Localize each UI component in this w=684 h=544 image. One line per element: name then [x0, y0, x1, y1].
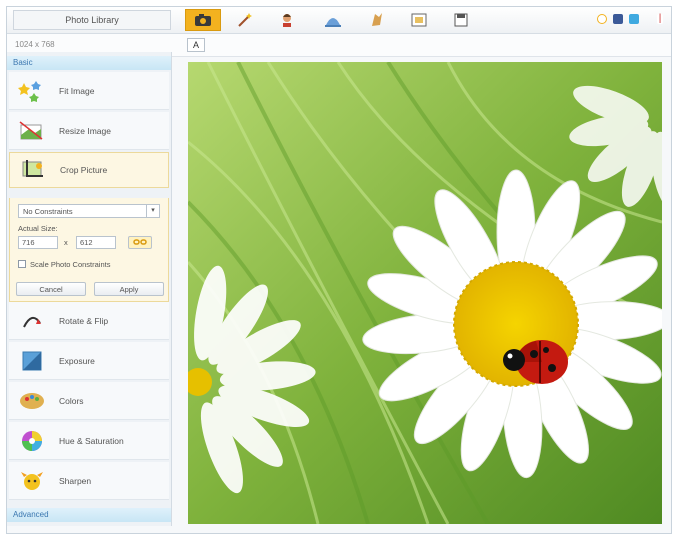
portrait-icon	[283, 14, 291, 27]
camera-tool-button[interactable]	[185, 9, 221, 31]
photo-library-label: Photo Library	[65, 15, 119, 25]
magic-wand-button[interactable]	[227, 9, 263, 31]
crop-constraint-value: No Constraints	[23, 207, 73, 216]
frame-button[interactable]	[359, 9, 395, 31]
cancel-button[interactable]: Cancel	[16, 282, 86, 296]
sidebar-item-resize-image[interactable]: Resize Image	[9, 112, 169, 150]
crop-constraint-select[interactable]: No Constraints ▾	[18, 204, 160, 218]
sidebar-item-exposure[interactable]: Exposure	[9, 342, 169, 380]
text-cursor-button[interactable]: A	[187, 38, 205, 52]
times-symbol: x	[64, 238, 68, 247]
rotate-flip-icon	[17, 307, 47, 335]
refresh-icon[interactable]	[597, 14, 607, 24]
rotate-flip-label: Rotate & Flip	[59, 315, 109, 326]
palette-icon	[17, 387, 47, 415]
sidebar-item-sharpen[interactable]: Sharpen	[9, 462, 169, 500]
link-icon	[133, 239, 147, 245]
sidebar-item-crop-picture[interactable]: Crop Picture	[9, 152, 169, 188]
photo-library-tab[interactable]: Photo Library	[13, 10, 171, 30]
fit-image-icon	[17, 77, 47, 105]
hue-saturation-label: Hue & Saturation	[59, 435, 124, 446]
fit-image-label: Fit Image	[59, 85, 95, 96]
color-wheel-icon	[17, 427, 47, 455]
daisy-ladybug-photo	[188, 62, 662, 524]
chevron-down-icon: ▾	[146, 205, 159, 217]
apply-button[interactable]: Apply	[94, 282, 164, 296]
colors-label: Colors	[59, 395, 84, 406]
exposure-label: Exposure	[59, 355, 95, 366]
dome-button[interactable]	[315, 9, 351, 31]
crop-width-value: 716	[22, 238, 35, 247]
resize-image-icon	[17, 117, 47, 145]
facebook-icon[interactable]	[613, 14, 623, 24]
sidebar-item-rotate-flip[interactable]: Rotate & Flip	[9, 302, 169, 340]
frame-icon	[372, 13, 382, 26]
twitter-icon[interactable]	[629, 14, 639, 24]
portrait-button[interactable]	[269, 9, 305, 31]
scale-constraints-label: Scale Photo Constraints	[30, 260, 111, 269]
sharpen-label: Sharpen	[59, 475, 92, 486]
crop-picture-icon	[18, 156, 48, 184]
scale-constraints-checkbox[interactable]	[18, 260, 26, 268]
magic-wand-icon	[238, 13, 252, 27]
exposure-icon	[17, 347, 47, 375]
crop-options-panel: No Constraints ▾ Actual Size: 716 x 612 …	[9, 198, 169, 302]
sidebar-item-hue-saturation[interactable]: Hue & Saturation	[9, 422, 169, 460]
resize-image-label: Resize Image	[59, 125, 111, 136]
camera-icon	[195, 14, 211, 26]
top-toolbar: Photo Library |	[7, 7, 671, 34]
dome-icon	[325, 18, 341, 27]
image-size-text: 1024 x 768	[15, 40, 55, 49]
basic-section-header[interactable]: Basic	[7, 56, 171, 70]
crop-width-input[interactable]: 716	[18, 236, 58, 249]
advanced-section-header[interactable]: Advanced	[7, 508, 171, 522]
sidebar: Basic Fit Image Resize Image Crop Pictur…	[7, 52, 172, 526]
link-ratio-button[interactable]	[128, 236, 152, 249]
crop-height-input[interactable]: 612	[76, 236, 116, 249]
text-cursor-icon: A	[192, 40, 199, 50]
save-button[interactable]	[443, 9, 479, 31]
sidebar-item-colors[interactable]: Colors	[9, 382, 169, 420]
photo-canvas[interactable]	[188, 62, 662, 524]
sidebar-item-fit-image[interactable]: Fit Image	[9, 72, 169, 110]
close-icon[interactable]: |	[657, 14, 663, 24]
picture-icon	[411, 13, 427, 27]
sharpen-icon	[17, 467, 47, 495]
save-icon	[454, 13, 468, 27]
crop-picture-label: Crop Picture	[60, 165, 108, 175]
crop-height-value: 612	[80, 238, 93, 247]
picture-button[interactable]	[401, 9, 437, 31]
actual-size-label: Actual Size:	[18, 224, 58, 233]
